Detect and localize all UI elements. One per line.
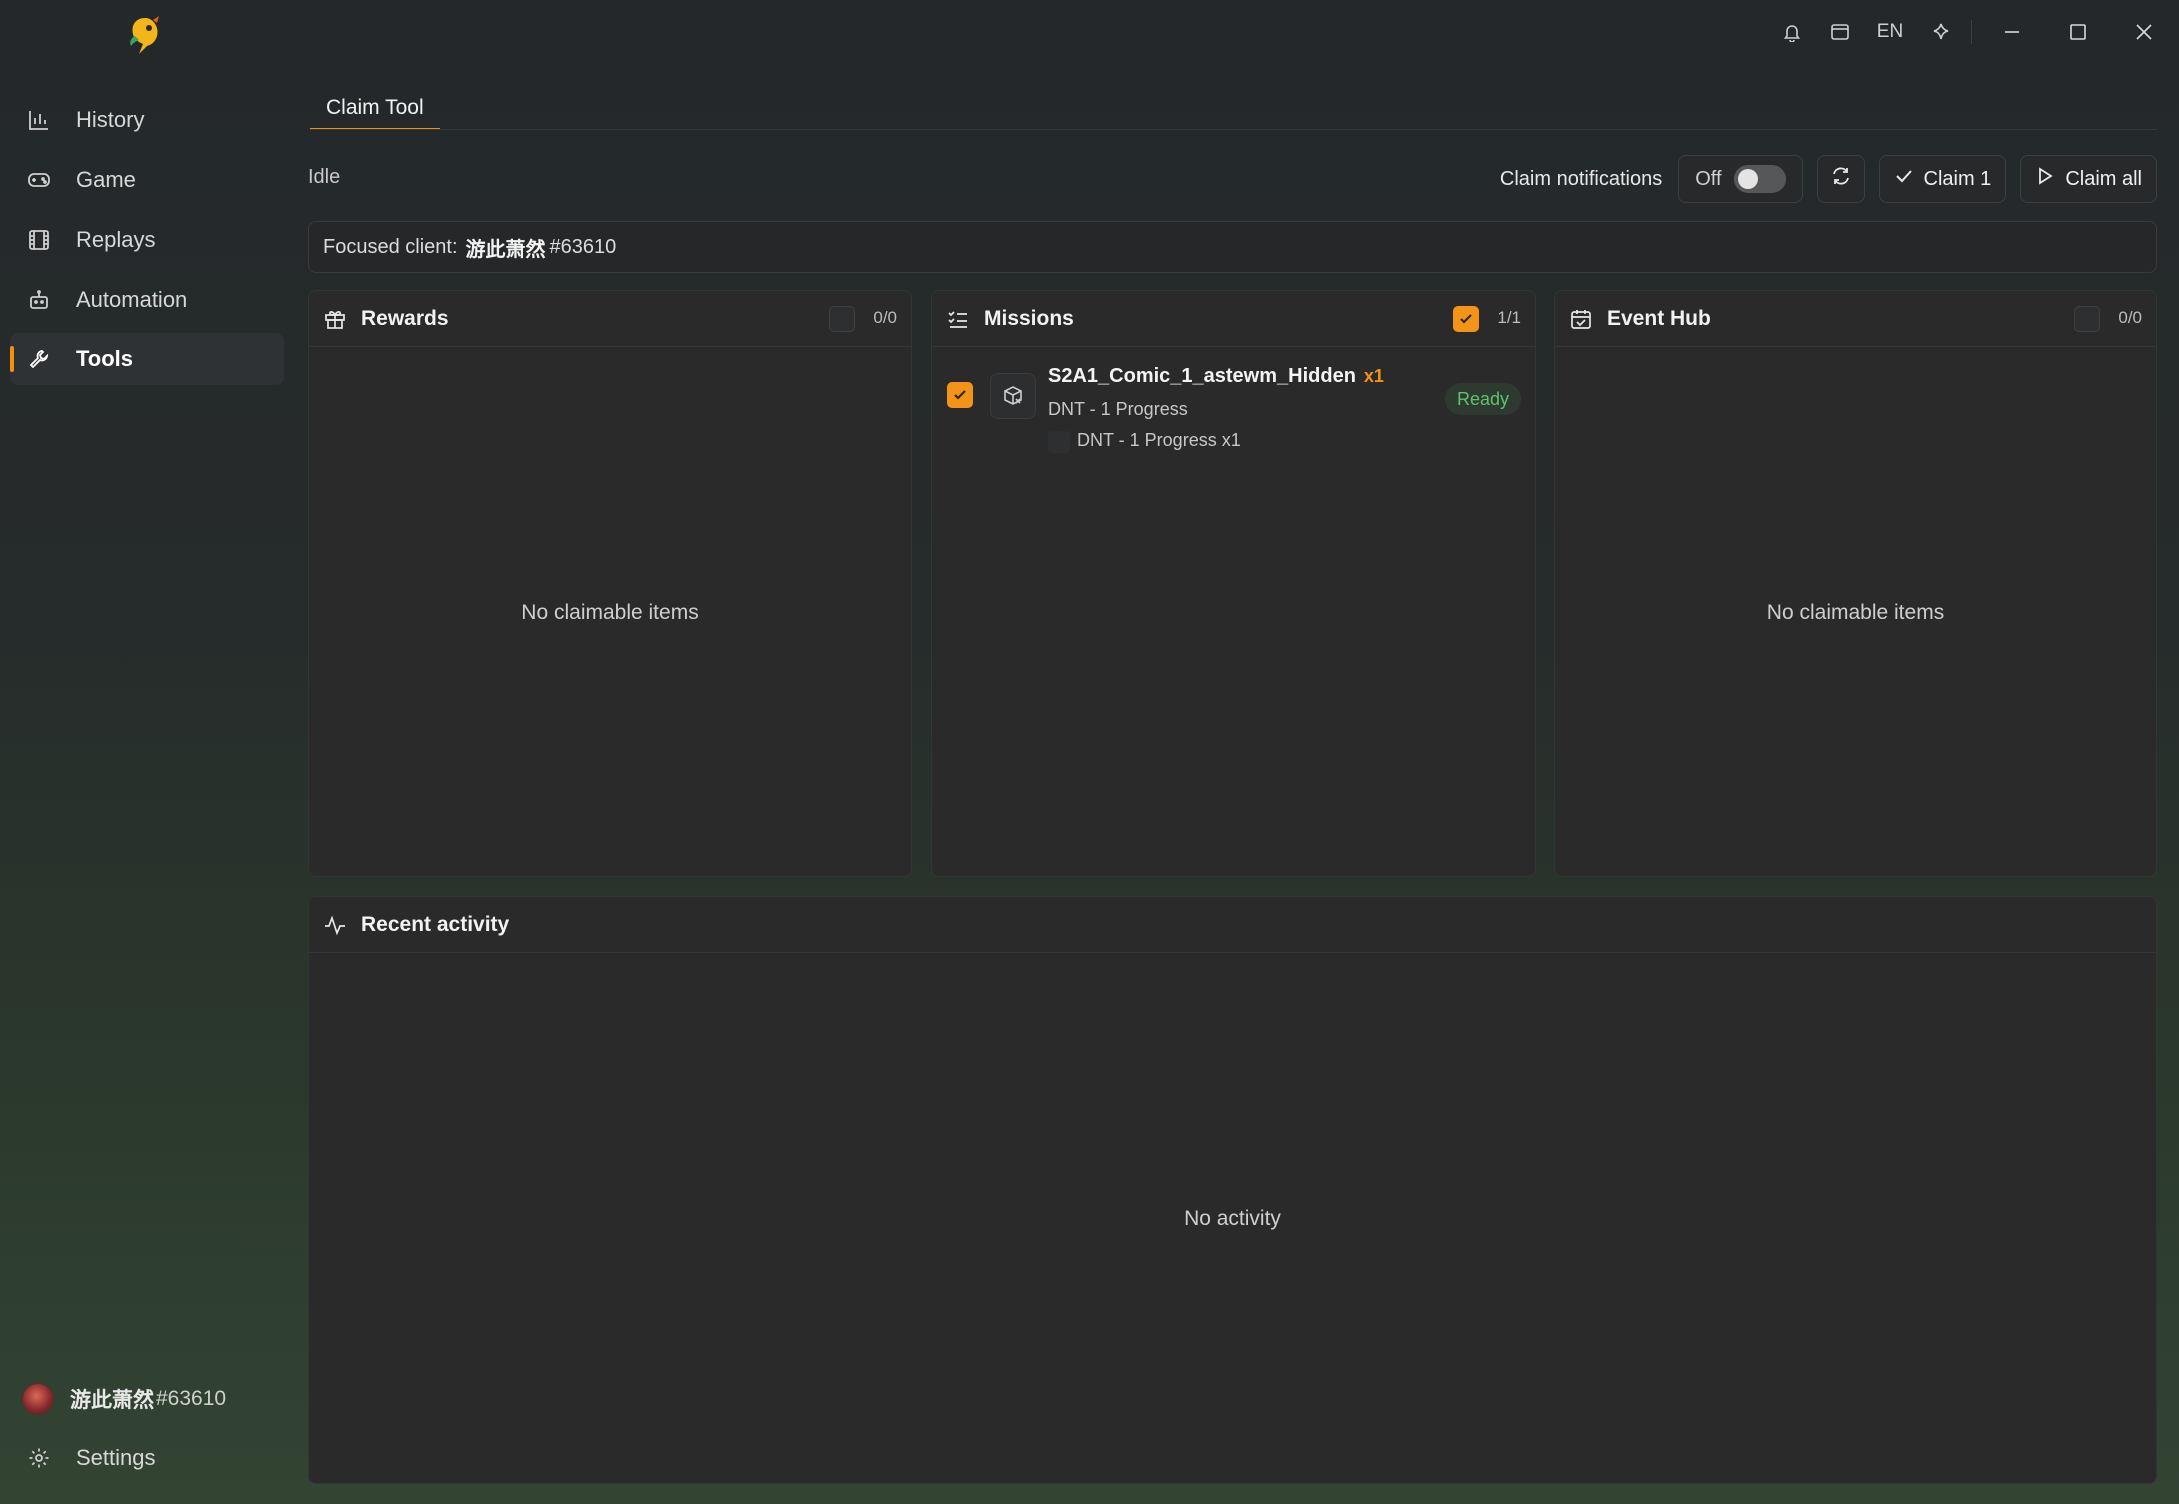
window-icon[interactable] (1825, 14, 1855, 50)
focused-client-name: 游此萧然 (465, 238, 546, 261)
event-hub-panel: Event Hub 0/0 No claimable items (1554, 290, 2157, 877)
settings-button[interactable]: Settings (10, 1432, 284, 1484)
wrench-icon (26, 346, 52, 372)
mission-name: S2A1_Comic_1_astewm_Hidden x1 (1048, 365, 1384, 388)
maximize-icon[interactable] (2060, 14, 2096, 50)
language-button[interactable]: EN (1872, 14, 1908, 50)
missions-count: 1/1 (1497, 308, 1521, 327)
focused-client-label: Focused client: (323, 235, 458, 258)
film-icon (26, 227, 52, 253)
sidebar-item-automation[interactable]: Automation (10, 274, 284, 326)
gear-icon (26, 1445, 52, 1471)
bell-icon[interactable] (1778, 14, 1806, 50)
gamepad-icon (26, 167, 52, 193)
user-name: 游此萧然 (70, 1389, 154, 1412)
event-hub-title: Event Hub (1607, 306, 1711, 330)
event-hub-empty-text: No claimable items (1766, 601, 1945, 624)
robot-icon (26, 287, 52, 313)
mission-qty: x1 (1363, 366, 1384, 386)
gift-icon (323, 307, 347, 331)
mission-subtitle: DNT - 1 Progress (1048, 399, 1188, 419)
rewards-panel-header: Rewards 0/0 (309, 291, 911, 347)
toolbar: Claim notifications Off Claim 1 Claim al… (1500, 155, 2157, 203)
claim-one-label: Claim 1 (1923, 167, 1992, 190)
sidebar-item-label: Replays (76, 227, 156, 252)
rewards-count: 0/0 (873, 308, 897, 327)
toggle-switch[interactable] (1733, 165, 1786, 193)
focused-client-bar: Focused client: 游此萧然 #63610 (308, 221, 2157, 273)
calendar-check-icon (1569, 307, 1593, 331)
event-hub-select-all-checkbox[interactable] (2074, 306, 2100, 332)
sidebar-item-label: History (76, 107, 145, 132)
sidebar: History Game Replays Automation Tools 游此… (0, 0, 295, 1504)
missions-panel: Missions 1/1 S2A1_Comic_1_astewm_Hidden x… (931, 290, 1536, 877)
missions-select-all-checkbox[interactable] (1453, 306, 1479, 332)
claim-all-label: Claim all (2065, 167, 2142, 190)
sidebar-item-label: Automation (76, 287, 188, 312)
user-profile[interactable]: 游此萧然 #63610 (22, 1379, 226, 1419)
app-window: History Game Replays Automation Tools 游此… (0, 0, 2179, 1504)
activity-pulse-icon (323, 913, 347, 937)
claim-all-button[interactable]: Claim all (2020, 155, 2157, 203)
play-icon (2035, 166, 2065, 192)
rewards-select-all-checkbox[interactable] (829, 306, 855, 332)
activity-empty-text: No activity (1184, 1207, 1281, 1230)
event-hub-panel-header: Event Hub 0/0 (1555, 291, 2156, 347)
mission-name-text: S2A1_Comic_1_astewm_Hidden (1048, 365, 1356, 387)
avatar (22, 1383, 54, 1415)
status-text: Idle (308, 166, 341, 188)
toggle-state-text: Off (1695, 167, 1722, 190)
bar-chart-icon (26, 107, 52, 133)
close-icon[interactable] (2126, 14, 2162, 50)
claim-notifications-toggle[interactable]: Off (1678, 155, 1803, 203)
rewards-empty-text: No claimable items (521, 601, 699, 624)
missions-title: Missions (984, 306, 1074, 330)
claim-notifications-label: Claim notifications (1499, 167, 1663, 190)
sidebar-item-tools[interactable]: Tools (10, 333, 284, 385)
mission-item[interactable]: S2A1_Comic_1_astewm_Hidden x1 DNT - 1 Pro… (932, 347, 1535, 457)
missions-panel-header: Missions 1/1 (932, 291, 1535, 347)
check-icon (1894, 166, 1924, 192)
user-tag: #63610 (156, 1387, 227, 1410)
refresh-icon (1830, 165, 1852, 193)
sidebar-item-replays[interactable]: Replays (10, 214, 284, 266)
titlebar-divider (1971, 20, 1972, 44)
status-badge: Ready (1444, 383, 1521, 415)
claim-one-button[interactable]: Claim 1 (1878, 155, 2007, 203)
rewards-title: Rewards (361, 306, 449, 330)
package-icon (990, 373, 1036, 419)
mission-detail-icon (1048, 431, 1070, 453)
tab-claim-tool[interactable]: Claim Tool (310, 88, 440, 130)
settings-label: Settings (76, 1445, 156, 1470)
sidebar-item-history[interactable]: History (10, 94, 284, 146)
refresh-button[interactable] (1816, 155, 1865, 203)
mission-detail: DNT - 1 Progress x1 (1077, 430, 1241, 450)
tab-divider (310, 129, 2157, 130)
focused-client-tag: #63610 (549, 235, 617, 258)
checklist-icon (946, 307, 970, 331)
sidebar-item-label: Tools (76, 346, 134, 371)
mission-item-checkbox[interactable] (947, 382, 973, 408)
app-logo-icon (125, 14, 165, 58)
recent-activity-panel: Recent activity No activity (308, 896, 2157, 1484)
rewards-panel: Rewards 0/0 No claimable items (308, 290, 912, 877)
minimize-icon[interactable] (1994, 14, 2030, 50)
sparkle-icon[interactable] (1926, 14, 1956, 50)
sidebar-item-game[interactable]: Game (10, 154, 284, 206)
recent-activity-title: Recent activity (361, 912, 510, 936)
event-hub-count: 0/0 (2118, 308, 2142, 327)
sidebar-item-label: Game (76, 167, 136, 192)
recent-activity-header: Recent activity (309, 897, 2156, 953)
